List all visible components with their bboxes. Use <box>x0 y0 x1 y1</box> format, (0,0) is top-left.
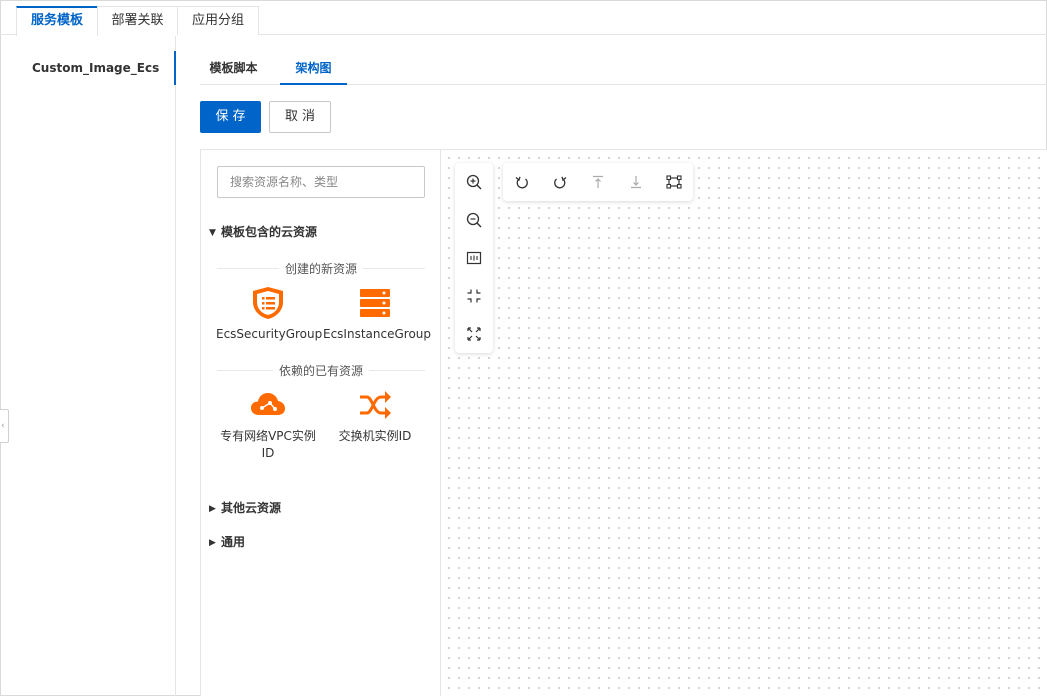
resource-label: 专有网络VPC实例ID <box>220 429 316 460</box>
resource-palette: ▼ 模板包含的云资源 创建的新资源 EcsSecurityGroup <box>201 150 441 696</box>
diagram-editor: ▼ 模板包含的云资源 创建的新资源 EcsSecurityGroup <box>200 149 1047 696</box>
tab-deployment-association[interactable]: 部署关联 <box>97 6 178 35</box>
cancel-button[interactable]: 取消 <box>269 101 331 133</box>
send-to-back-icon[interactable] <box>626 172 646 192</box>
group-template-resources[interactable]: ▼ 模板包含的云资源 <box>209 223 317 240</box>
section-label: 依赖的已有资源 <box>272 362 370 379</box>
resource-label: EcsInstanceGroup <box>323 327 432 341</box>
select-area-icon[interactable] <box>664 172 684 192</box>
resource-item-ecs-security-group[interactable]: EcsSecurityGroup <box>216 286 323 343</box>
diagram-canvas[interactable] <box>441 150 1047 696</box>
resource-search-input[interactable] <box>217 166 425 198</box>
resource-item-vpc-instance-id[interactable]: 专有网络VPC实例ID <box>216 388 320 462</box>
fit-to-screen-icon[interactable] <box>464 248 484 268</box>
redo-icon[interactable] <box>550 172 570 192</box>
caret-right-icon: ▶ <box>209 538 216 548</box>
caret-right-icon: ▶ <box>209 504 216 514</box>
group-label: 通用 <box>221 535 246 549</box>
fullscreen-icon[interactable] <box>464 324 484 344</box>
sub-tab-bar: 模板脚本 架构图 <box>200 52 1047 85</box>
section-divider-existing-resources: 依赖的已有资源 <box>217 362 425 379</box>
group-label: 其他云资源 <box>221 501 282 515</box>
shield-list-icon <box>253 287 283 319</box>
zoom-toolbar <box>455 163 493 353</box>
template-list-item[interactable]: Custom_Image_Ecs <box>0 51 176 85</box>
tab-template-script[interactable]: 模板脚本 <box>200 52 267 85</box>
sidebar-collapse-handle[interactable]: ‹ <box>0 409 9 443</box>
switch-arrows-icon <box>360 391 391 419</box>
top-tab-bar: 服务模板 部署关联 应用分组 <box>0 0 1047 36</box>
edit-toolbar <box>503 163 693 201</box>
exit-fullscreen-icon[interactable] <box>464 286 484 306</box>
template-list-sidebar: Custom_Image_Ecs <box>0 36 176 696</box>
group-other-cloud-resources[interactable]: ▶ 其他云资源 <box>209 499 281 516</box>
server-stack-icon <box>360 289 390 317</box>
section-divider-new-resources: 创建的新资源 <box>217 260 425 277</box>
tab-architecture-diagram[interactable]: 架构图 <box>280 52 347 85</box>
group-label: 模板包含的云资源 <box>221 225 318 239</box>
bring-to-front-icon[interactable] <box>588 172 608 192</box>
resource-item-ecs-instance-group[interactable]: EcsInstanceGroup <box>323 286 432 343</box>
cloud-network-icon <box>251 393 285 415</box>
resource-label: EcsSecurityGroup <box>216 327 323 341</box>
group-general[interactable]: ▶ 通用 <box>209 533 245 550</box>
section-label: 创建的新资源 <box>278 260 364 277</box>
undo-icon[interactable] <box>512 172 532 192</box>
resource-item-vswitch-instance-id[interactable]: 交换机实例ID <box>323 388 427 445</box>
zoom-out-icon[interactable] <box>464 210 484 230</box>
chevron-left-icon: ‹ <box>1 421 5 431</box>
caret-down-icon: ▼ <box>209 228 216 238</box>
resource-label: 交换机实例ID <box>338 429 412 443</box>
save-button[interactable]: 保存 <box>200 101 261 133</box>
zoom-in-icon[interactable] <box>464 172 484 192</box>
tab-service-template[interactable]: 服务模板 <box>16 6 98 36</box>
tab-application-group[interactable]: 应用分组 <box>177 6 259 35</box>
